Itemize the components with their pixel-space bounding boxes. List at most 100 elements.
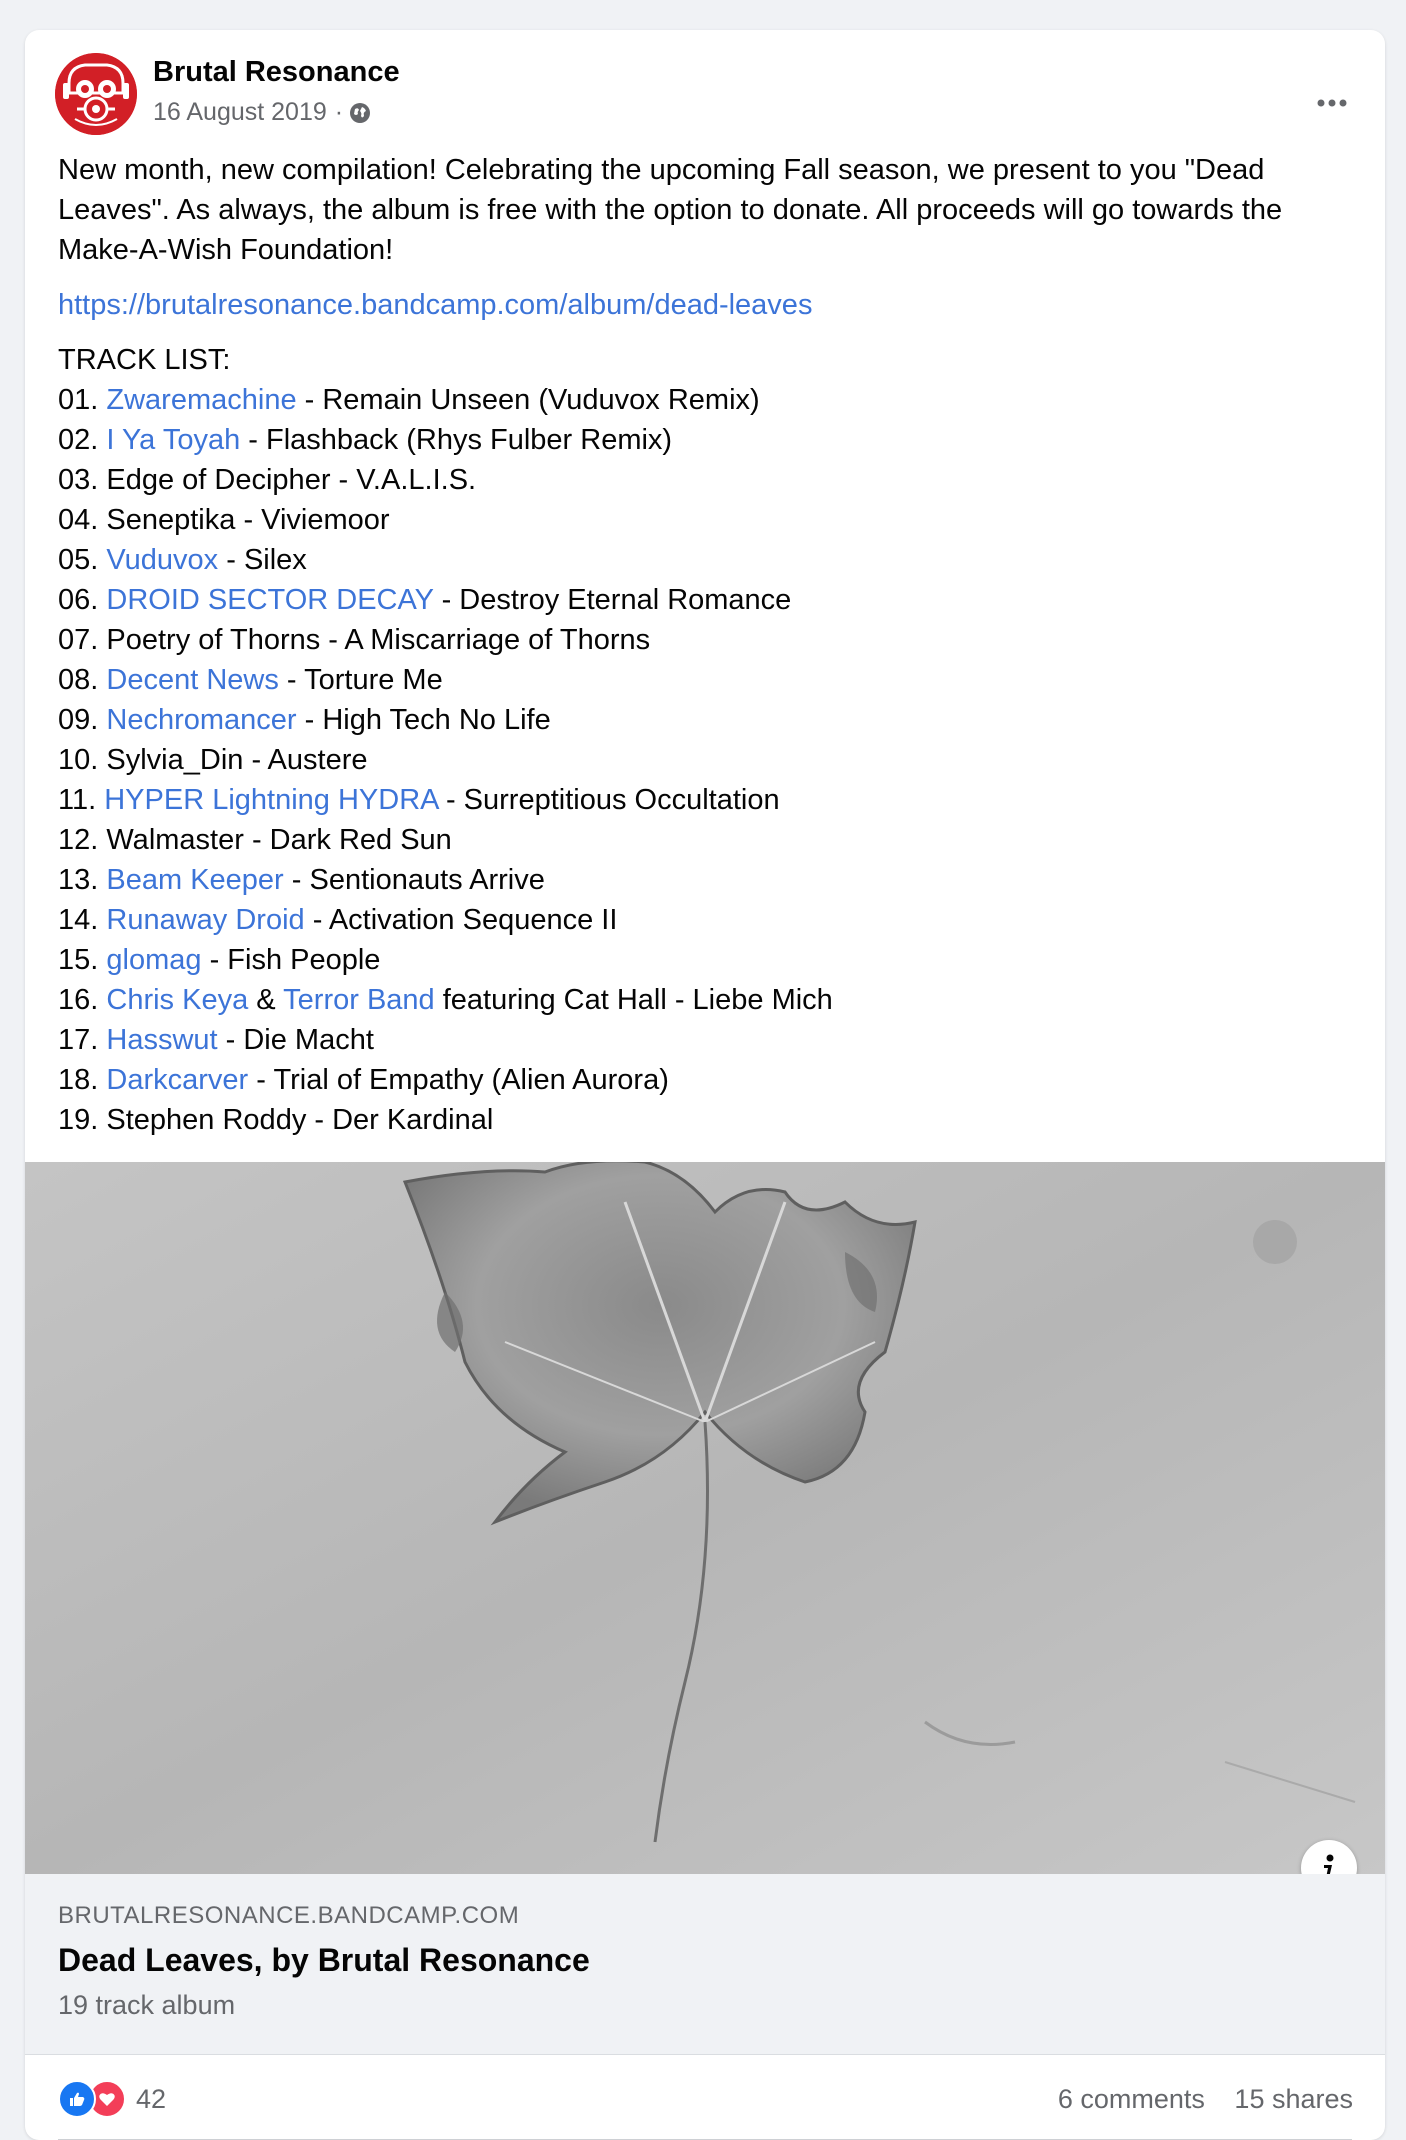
artist-link[interactable]: Decent News — [106, 664, 278, 696]
track-item: 16. Chris Keya & Terror Band featuring C… — [58, 980, 1358, 1020]
track-item: 12. Walmaster - Dark Red Sun — [58, 820, 1358, 860]
track-number: 01. — [58, 384, 99, 416]
track-number: 09. — [58, 704, 99, 736]
artist-link[interactable]: Vuduvox — [106, 544, 218, 576]
track-title: - Der Kardinal — [306, 1104, 494, 1136]
track-number: 10. — [58, 744, 99, 776]
track-title: - A Miscarriage of Thorns — [320, 624, 651, 656]
artist-link[interactable]: glomag — [106, 944, 201, 976]
meta-separator: · — [334, 98, 344, 126]
track-item: 18. Darkcarver - Trial of Empathy (Alien… — [58, 1060, 1358, 1100]
post-footer: 42 6 comments 15 shares — [25, 2058, 1385, 2140]
track-number: 07. — [58, 624, 99, 656]
track-item: 14. Runaway Droid - Activation Sequence … — [58, 900, 1358, 940]
post-intro: New month, new compilation! Celebrating … — [58, 154, 1283, 266]
preview-domain: BRUTALRESONANCE.BANDCAMP.COM — [58, 1902, 520, 1929]
post-header: Brutal Resonance 16 August 2019 · — [25, 30, 1385, 140]
artist-link[interactable]: Hasswut — [106, 1024, 217, 1056]
track-item: 01. Zwaremachine - Remain Unseen (Vuduvo… — [58, 380, 1358, 420]
album-cover-image[interactable] — [25, 1162, 1385, 1874]
track-number: 04. — [58, 504, 99, 536]
track-title: - High Tech No Life — [296, 704, 551, 736]
track-number: 19. — [58, 1104, 99, 1136]
track-title: - Remain Unseen (Vuduvox Remix) — [296, 384, 760, 416]
track-item: 03. Edge of Decipher - V.A.L.I.S. — [58, 460, 1358, 500]
artist-link[interactable]: DROID SECTOR DECAY — [106, 584, 433, 616]
track-item: 13. Beam Keeper - Sentionauts Arrive — [58, 860, 1358, 900]
more-options-icon[interactable] — [1309, 88, 1355, 118]
shares-count[interactable]: 15 shares — [1234, 2084, 1353, 2114]
track-item: 02. I Ya Toyah - Flashback (Rhys Fulber … — [58, 420, 1358, 460]
track-item: 09. Nechromancer - High Tech No Life — [58, 700, 1358, 740]
track-title: - V.A.L.I.S. — [330, 464, 477, 496]
track-item: 05. Vuduvox - Silex — [58, 540, 1358, 580]
track-title: - Sentionauts Arrive — [283, 864, 545, 896]
track-number: 06. — [58, 584, 99, 616]
page-avatar[interactable] — [55, 53, 137, 135]
track-title: - Surreptitious Occultation — [437, 784, 780, 816]
artist-link[interactable]: Darkcarver — [106, 1064, 248, 1096]
artist-name: Poetry of Thorns — [106, 624, 321, 656]
band-logo-icon — [55, 53, 137, 135]
track-item: 07. Poetry of Thorns - A Miscarriage of … — [58, 620, 1358, 660]
track-number: 11. — [58, 784, 97, 816]
track-title: - Fish People — [201, 944, 381, 976]
track-title: - Dark Red Sun — [243, 824, 452, 856]
artist-name: Seneptika — [106, 504, 236, 536]
engagement-stats: 6 comments 15 shares — [1058, 2084, 1353, 2115]
artist-link[interactable]: Beam Keeper — [106, 864, 283, 896]
artist-link[interactable]: Nechromancer — [106, 704, 296, 736]
preview-title[interactable]: Dead Leaves, by Brutal Resonance — [58, 1942, 590, 1979]
dead-leaf-image — [25, 1162, 1385, 1874]
page-name[interactable]: Brutal Resonance — [153, 56, 400, 89]
track-title: - Die Macht — [217, 1024, 374, 1056]
artist-name: Stephen Roddy — [106, 1104, 307, 1136]
post-date[interactable]: 16 August 2019 — [153, 98, 327, 127]
link-preview[interactable]: BRUTALRESONANCE.BANDCAMP.COM Dead Leaves… — [25, 1874, 1385, 2055]
track-item: 11. HYPER Lightning HYDRA - Surreptitiou… — [58, 780, 1358, 820]
track-number: 05. — [58, 544, 99, 576]
track-item: 08. Decent News - Torture Me — [58, 660, 1358, 700]
track-number: 18. — [58, 1064, 99, 1096]
track-title: - Trial of Empathy (Alien Aurora) — [248, 1064, 669, 1096]
track-title: - Destroy Eternal Romance — [433, 584, 792, 616]
track-item: 19. Stephen Roddy - Der Kardinal — [58, 1100, 1358, 1140]
track-title: - Silex — [218, 544, 307, 576]
artist-name: Edge of Decipher — [106, 464, 331, 496]
track-item: 15. glomag - Fish People — [58, 940, 1358, 980]
track-title: - Flashback (Rhys Fulber Remix) — [240, 424, 673, 456]
artist-link[interactable]: I Ya Toyah — [106, 424, 240, 456]
track-number: 17. — [58, 1024, 99, 1056]
artist-name: Sylvia_Din — [106, 744, 244, 776]
track-item: 04. Seneptika - Viviemoor — [58, 500, 1358, 540]
track-title: - Activation Sequence II — [304, 904, 618, 936]
track-title: - Austere — [243, 744, 368, 776]
comments-count[interactable]: 6 comments — [1058, 2084, 1205, 2114]
post-meta: 16 August 2019 · — [153, 98, 371, 127]
artist-link[interactable]: Zwaremachine — [106, 384, 296, 416]
artist-link[interactable]: Terror Band — [283, 984, 435, 1016]
tracklist: 01. Zwaremachine - Remain Unseen (Vuduvo… — [58, 380, 1358, 1140]
track-number: 12. — [58, 824, 99, 856]
track-number: 13. — [58, 864, 99, 896]
album-link[interactable]: https://brutalresonance.bandcamp.com/alb… — [58, 285, 1358, 325]
track-number: 02. — [58, 424, 99, 456]
track-number: 14. — [58, 904, 99, 936]
globe-icon — [349, 102, 371, 124]
artist-joiner: & — [248, 984, 284, 1016]
tracklist-heading: TRACK LIST: — [58, 344, 231, 376]
reactions-summary[interactable]: 42 — [58, 2080, 166, 2118]
track-title: - Viviemoor — [235, 504, 390, 536]
preview-subtitle: 19 track album — [58, 1990, 236, 2020]
artist-link[interactable]: Runaway Droid — [106, 904, 304, 936]
artist-link[interactable]: HYPER Lightning HYDRA — [104, 784, 438, 816]
track-title: featuring Cat Hall - Liebe Mich — [434, 984, 833, 1016]
track-item: 06. DROID SECTOR DECAY - Destroy Eternal… — [58, 580, 1358, 620]
track-item: 17. Hasswut - Die Macht — [58, 1020, 1358, 1060]
track-item: 10. Sylvia_Din - Austere — [58, 740, 1358, 780]
reaction-count: 42 — [136, 2083, 167, 2114]
track-number: 08. — [58, 664, 99, 696]
track-number: 15. — [58, 944, 99, 976]
post-body: New month, new compilation! Celebrating … — [58, 150, 1358, 1140]
artist-link[interactable]: Chris Keya — [106, 984, 248, 1016]
